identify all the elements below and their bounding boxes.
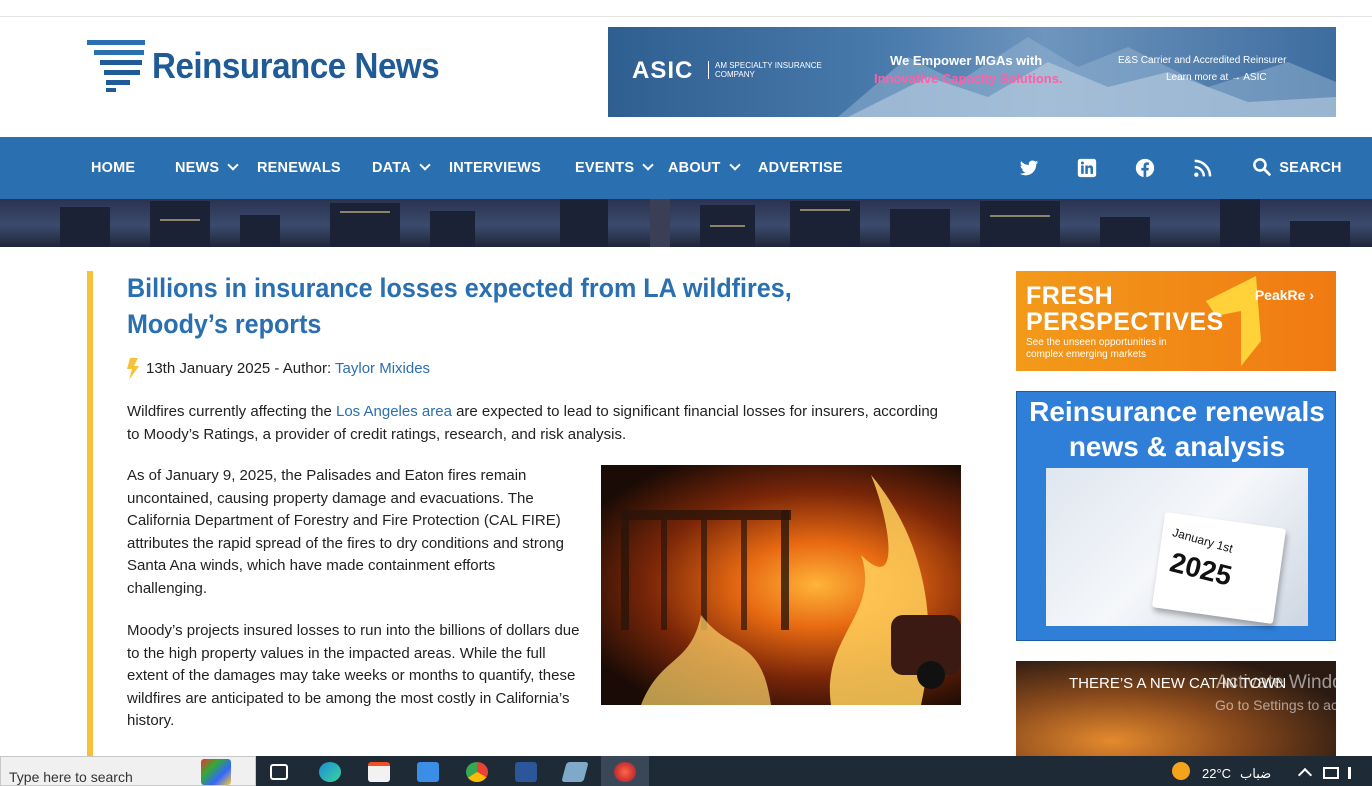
twitter-icon[interactable] xyxy=(1019,158,1039,178)
nav-events-label: EVENTS xyxy=(575,160,635,176)
wildfire-photo xyxy=(601,465,961,705)
article-title: Billions in insurance losses expected fr… xyxy=(127,273,792,339)
main-nav: HOME NEWS RENEWALS DATA INTERVIEWS EVENT… xyxy=(0,137,1372,199)
rubiks-cube-icon xyxy=(201,759,231,785)
ad1-subtitle: See the unseen opportunities in complex … xyxy=(1026,337,1167,360)
chevron-down-icon xyxy=(227,159,239,171)
rss-icon[interactable] xyxy=(1193,158,1213,178)
nav-news-label: NEWS xyxy=(175,160,220,176)
ad-tagline: E&S Carrier and Accredited Reinsurer xyxy=(1118,55,1287,66)
article-accent-bar xyxy=(87,271,93,761)
chrome-icon[interactable] xyxy=(466,762,488,782)
mail-icon[interactable] xyxy=(417,762,439,782)
logo-icon xyxy=(86,38,148,94)
windows-taskbar: Type here to search 22°C ضباب xyxy=(0,756,1372,786)
sidebar-ad-renewals[interactable]: Reinsurance renewals news & analysis Jan… xyxy=(1016,391,1336,641)
site-logo[interactable]: Reinsurance News xyxy=(86,38,464,94)
nav-interviews-label: INTERVIEWS xyxy=(449,160,541,176)
chevron-down-icon xyxy=(419,159,431,171)
nav-news[interactable]: NEWS xyxy=(175,137,239,199)
article-date: 13th January 2025 xyxy=(146,360,271,377)
notepad-icon[interactable] xyxy=(561,762,589,782)
facebook-icon[interactable] xyxy=(1135,158,1155,178)
nav-advertise[interactable]: ADVERTISE xyxy=(758,137,843,199)
nav-renewals[interactable]: RENEWALS xyxy=(257,137,341,199)
taskbar-search-placeholder: Type here to search xyxy=(9,769,133,785)
edge-icon[interactable] xyxy=(319,762,341,782)
ad-learn-more[interactable]: Learn more at → ASIC xyxy=(1166,72,1267,83)
nav-data-label: DATA xyxy=(372,160,411,176)
ad1-title: FRESH PERSPECTIVES xyxy=(1026,282,1224,336)
nav-home[interactable]: HOME xyxy=(91,137,135,199)
chevron-up-icon[interactable] xyxy=(1297,767,1313,783)
search-icon xyxy=(1253,158,1271,176)
store-icon[interactable] xyxy=(368,762,390,782)
nav-data[interactable]: DATA xyxy=(372,137,431,199)
article-paragraph-3: Moody’s projects insured losses to run i… xyxy=(127,622,580,729)
ad-headline: We Empower MGAs with xyxy=(890,53,1043,68)
article-meta: 13th January 2025 - Author: Taylor Mixid… xyxy=(146,360,430,377)
nav-events[interactable]: EVENTS xyxy=(575,137,654,199)
ad-brand-sub: AM SPECIALTY INSURANCE COMPANY xyxy=(708,61,828,79)
temperature[interactable]: 22°C xyxy=(1202,766,1231,781)
chevron-down-icon xyxy=(642,159,654,171)
ad-brand-logo: ASIC xyxy=(632,57,694,84)
nav-home-label: HOME xyxy=(91,160,136,176)
activate-windows-watermark: Activate Windows xyxy=(1216,672,1366,693)
article-paragraph-2: As of January 9, 2025, the Palisades and… xyxy=(127,467,564,597)
sidebar-ad-peakre[interactable]: FRESH PERSPECTIVES See the unseen opport… xyxy=(1016,271,1336,371)
taskbar-search-box[interactable]: Type here to search xyxy=(0,756,256,786)
weather-text[interactable]: ضباب xyxy=(1240,766,1271,782)
calendar-image: January 1st 2025 xyxy=(1046,468,1308,626)
search-label: SEARCH xyxy=(1279,160,1342,176)
volume-icon[interactable] xyxy=(1348,767,1360,779)
p1-text-before: Wildfires currently affecting the xyxy=(127,403,336,420)
search-button[interactable]: SEARCH xyxy=(1252,137,1342,199)
nav-about[interactable]: ABOUT xyxy=(668,137,741,199)
lightning-icon xyxy=(127,358,139,380)
word-icon[interactable] xyxy=(515,762,537,782)
ad1-brand: PeakRe › xyxy=(1254,287,1314,303)
nav-renewals-label: RENEWALS xyxy=(257,160,341,176)
header-skyline-banner xyxy=(0,199,1372,247)
nav-advertise-label: ADVERTISE xyxy=(758,160,843,176)
network-icon[interactable] xyxy=(1323,767,1339,779)
chevron-down-icon xyxy=(728,159,741,171)
los-angeles-link[interactable]: Los Angeles area xyxy=(336,403,452,420)
weather-icon[interactable] xyxy=(1172,762,1190,780)
app-icon[interactable] xyxy=(614,762,636,782)
article-paragraph-1: Wildfires currently affecting the Los An… xyxy=(127,400,947,446)
ad2-title: Reinsurance renewals news & analysis xyxy=(1029,396,1325,462)
calendar-icon: January 1st 2025 xyxy=(1151,511,1287,625)
nav-interviews[interactable]: INTERVIEWS xyxy=(449,137,541,199)
top-divider xyxy=(0,16,1372,17)
top-banner-ad[interactable]: ASIC AM SPECIALTY INSURANCE COMPANY We E… xyxy=(608,27,1336,117)
logo-text: Reinsurance News xyxy=(152,45,440,86)
ad-headline-accent: Innovative Capacity Solutions. xyxy=(874,71,1063,86)
nav-about-label: ABOUT xyxy=(668,160,721,176)
author-link[interactable]: Taylor Mixides xyxy=(335,360,430,377)
author-prefix: - Author: xyxy=(270,360,336,377)
task-view-icon[interactable] xyxy=(270,764,288,780)
linkedin-icon[interactable] xyxy=(1077,158,1097,178)
activate-windows-subtext: Go to Settings to activate xyxy=(1215,697,1372,713)
